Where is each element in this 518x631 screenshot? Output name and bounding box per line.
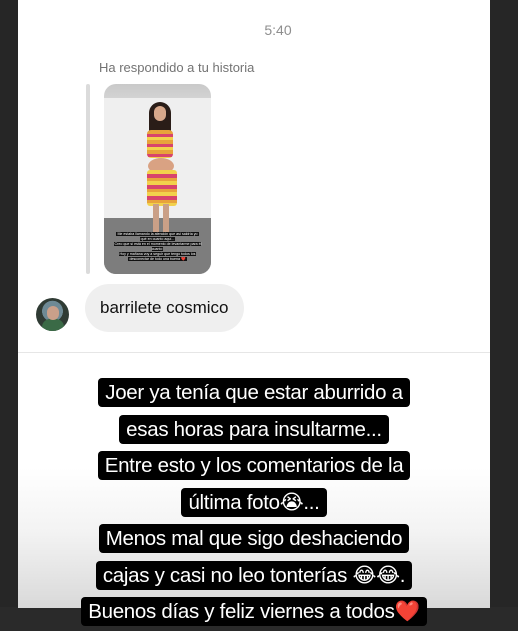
story-text-line-content: última foto😭...	[181, 487, 327, 517]
story-text-line: cajas y casi no leo tonterías 😂😂.	[18, 558, 490, 595]
avatar-face	[47, 306, 59, 320]
story-caption-line: desconectar de todo una buena ❤️	[128, 257, 187, 261]
story-text-line: Joer ya tenía que estar aburrido a	[18, 375, 490, 412]
right-frame	[490, 0, 518, 607]
sender-avatar[interactable]	[36, 298, 69, 331]
story-text-line: esas horas para insultarme...	[18, 412, 490, 449]
story-text-line-content: Menos mal que sigo deshaciendo	[98, 524, 410, 553]
story-text-line-content: cajas y casi no leo tonterías 😂😂.	[95, 560, 413, 590]
story-text-line: Entre esto y los comentarios de la	[18, 448, 490, 485]
message-timestamp: 5:40	[264, 22, 292, 38]
reply-indicator-bar	[86, 84, 90, 274]
message-bubble[interactable]: barrilete cosmico	[85, 284, 244, 332]
story-person-face	[154, 106, 166, 121]
story-text-line: Menos mal que sigo deshaciendo	[18, 521, 490, 558]
story-text-overlay: Joer ya tenía que estar aburrido a esas …	[18, 375, 490, 631]
story-text-line-content: esas horas para insultarme...	[119, 414, 389, 444]
story-caption-line: Me estaba llamando la atención que así s…	[116, 232, 199, 236]
story-text-line: Buenos días y feliz viernes a todos❤️	[18, 594, 490, 631]
story-reply-notice: Ha respondido a tu historia	[99, 60, 255, 75]
story-person-legs	[153, 204, 169, 234]
story-caption-line: Hoy y mañana voy a seguir que tengo todo…	[118, 252, 197, 256]
left-frame	[0, 0, 18, 607]
story-person-skirt	[147, 170, 177, 206]
story-text-line-content: Joer ya tenía que estar aburrido a	[98, 378, 410, 407]
avatar-shirt	[42, 319, 64, 331]
story-thumbnail[interactable]: Me estaba llamando la atención que así s…	[104, 84, 211, 274]
story-thumbnail-caption: Me estaba llamando la atención que así s…	[108, 232, 207, 262]
story-text-line-content: Buenos días y feliz viernes a todos❤️	[81, 597, 427, 626]
story-caption-line: qué en cuanto aquí...	[139, 237, 176, 241]
chat-thread: 5:40 Ha respondido a tu historia Me esta…	[18, 0, 490, 352]
story-text-line-content: Entre esto y los comentarios de la	[97, 451, 411, 480]
story-text-line: última foto😭...	[18, 485, 490, 522]
story-person-top	[147, 130, 173, 158]
story-caption-line: Creo que sí está en el momento de levant…	[113, 242, 202, 251]
